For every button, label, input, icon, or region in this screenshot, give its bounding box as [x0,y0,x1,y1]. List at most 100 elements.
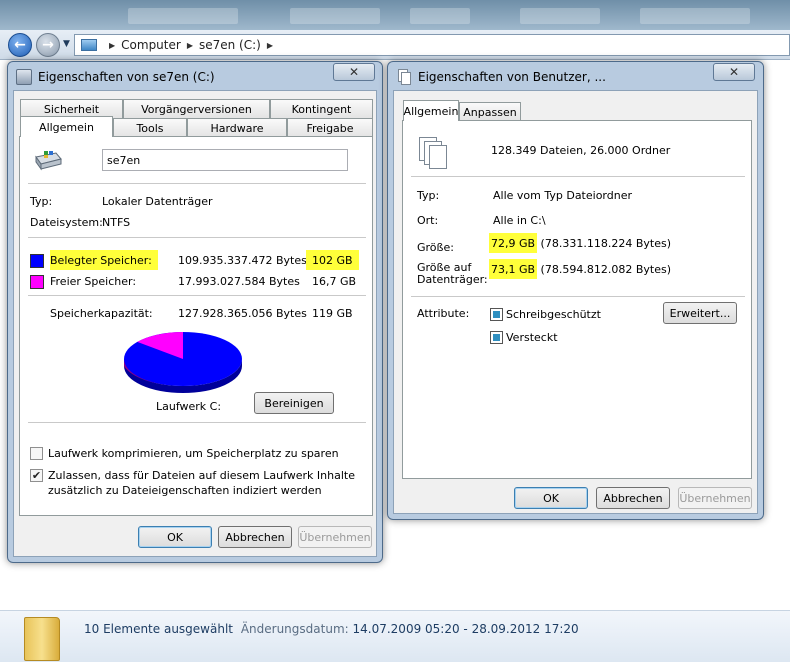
button-label: Übernehmen [299,530,371,544]
folder-icon [24,617,60,661]
separator [411,176,745,177]
breadcrumb-drive[interactable]: se7en (C:) [199,38,261,52]
general-tab-panel: 128.349 Dateien, 26.000 Ordner Typ: Alle… [402,120,752,479]
tab-general[interactable]: Allgemein [403,100,459,121]
filesystem-label: Dateisystem: [30,216,103,229]
disk-usage-pie [124,332,242,393]
address-field[interactable]: ▶ Computer ▶ se7en (C:) ▶ [74,34,790,56]
size-on-disk-gb: 73,1 GB [489,259,538,279]
tab-label: Allgemein [403,104,459,118]
drive-name-value: se7en [107,153,141,167]
type-value: Lokaler Datenträger [102,195,213,208]
hidden-checkbox[interactable] [490,331,503,344]
tab-tools[interactable]: Tools [113,118,187,137]
details-pane: 10 Elemente ausgewählt Änderungsdatum: 1… [0,610,790,662]
button-label: Abbrechen [603,491,663,505]
size-label: Größe: [417,241,454,254]
readonly-checkbox[interactable] [490,308,503,321]
forward-button[interactable]: → [36,33,60,57]
tab-sharing[interactable]: Freigabe [287,118,373,137]
dialog-title: Eigenschaften von Benutzer, ... [418,70,606,84]
arrow-left-icon: ← [14,37,26,53]
date-label: Änderungsdatum: [240,622,349,636]
free-color-swatch [30,275,44,289]
drive-properties-dialog: Eigenschaften von se7en (C:) ✕ Sicherhei… [7,61,383,563]
separator [28,183,366,184]
attributes-label: Attribute: [417,307,470,320]
folder-properties-dialog: Eigenschaften von Benutzer, ... ✕ Allgem… [387,61,764,520]
free-space-bytes: 17.993.027.584 Bytes [178,275,300,288]
index-checkbox[interactable]: ✔ [30,469,43,482]
location-label: Ort: [417,214,439,227]
button-label: Erweitert... [669,306,731,320]
close-icon: ✕ [728,65,740,79]
button-label: Übernehmen [679,491,751,505]
tab-label: Sicherheit [43,102,100,116]
tab-label: Allgemein [39,120,94,134]
used-space-label: Belegter Speicher: [50,250,158,270]
close-icon: ✕ [348,65,360,79]
index-label-line2: zusätzlich zu Dateieigenschaften indizie… [48,484,322,497]
breadcrumb-computer[interactable]: Computer [121,38,181,52]
advanced-button[interactable]: Erweitert... [663,302,737,324]
cancel-button[interactable]: Abbrechen [218,526,292,548]
capacity-bytes: 127.928.365.056 Bytes [178,307,307,320]
free-space-label: Freier Speicher: [50,275,137,288]
computer-icon [81,39,97,51]
tab-previous-versions[interactable]: Vorgängerversionen [123,99,270,118]
dialog-client-area: Sicherheit Vorgängerversionen Kontingent… [13,90,377,557]
used-space-gb: 102 GB [306,250,359,270]
checkmark-icon: ✔ [31,469,42,482]
cancel-button[interactable]: Abbrechen [596,487,670,509]
location-value: Alle in C:\ [493,214,546,227]
button-label: Bereinigen [264,396,324,410]
close-button[interactable]: ✕ [333,63,375,81]
dialog-client-area: Allgemein Anpassen 128.349 Dateien, 26.0… [393,90,758,514]
tab-label: Anpassen [463,105,517,119]
separator [28,422,366,423]
explorer-toolbar-blurred [0,0,790,30]
used-space-bytes: 109.935.337.472 Bytes [178,254,307,267]
ok-button[interactable]: OK [514,487,588,509]
tab-quota[interactable]: Kontingent [270,99,373,118]
capacity-gb: 119 GB [312,307,353,320]
button-label: OK [167,530,183,544]
separator [28,295,366,296]
used-color-swatch [30,254,44,268]
chevron-right-icon[interactable]: ▶ [267,41,273,50]
size-value: 72,9 GB (78.331.118.224 Bytes) [489,233,671,253]
tab-general[interactable]: Allgemein [20,116,113,137]
apply-button[interactable]: Übernehmen [298,526,372,548]
multiple-files-icon [419,137,451,171]
type-label: Typ: [30,195,53,208]
button-label: OK [543,491,559,505]
tab-label: Kontingent [291,102,352,116]
tab-label: Vorgängerversionen [141,102,252,116]
back-button[interactable]: ← [8,33,32,57]
type-value: Alle vom Typ Dateiordner [493,189,632,202]
chevron-right-icon[interactable]: ▶ [109,41,115,50]
ok-button[interactable]: OK [138,526,212,548]
size-bytes: (78.331.118.224 Bytes) [537,237,671,250]
drive-name-input[interactable]: se7en [102,149,348,171]
arrow-right-icon: → [42,37,54,53]
size-on-disk-bytes: (78.594.812.082 Bytes) [537,263,671,276]
apply-button[interactable]: Übernehmen [678,487,752,509]
tab-label: Hardware [210,121,264,135]
chevron-right-icon[interactable]: ▶ [187,41,193,50]
recent-pages-dropdown[interactable]: ▼ [63,39,70,49]
cleanup-button[interactable]: Bereinigen [254,392,334,414]
index-label-line1: Zulassen, dass für Dateien auf diesem La… [48,469,355,482]
size-on-disk-value: 73,1 GB (78.594.812.082 Bytes) [489,259,671,279]
tab-customize[interactable]: Anpassen [459,102,521,121]
compress-label: Laufwerk komprimieren, um Speicherplatz … [48,447,339,460]
tab-hardware[interactable]: Hardware [187,118,287,137]
filesystem-value: NTFS [102,216,131,229]
separator [28,237,366,238]
type-label: Typ: [417,189,440,202]
compress-checkbox[interactable] [30,447,43,460]
hidden-label: Versteckt [506,331,558,344]
close-button[interactable]: ✕ [713,63,755,81]
content-summary: 128.349 Dateien, 26.000 Ordner [491,144,671,157]
size-on-disk-label-line2: Datenträger: [417,273,488,286]
